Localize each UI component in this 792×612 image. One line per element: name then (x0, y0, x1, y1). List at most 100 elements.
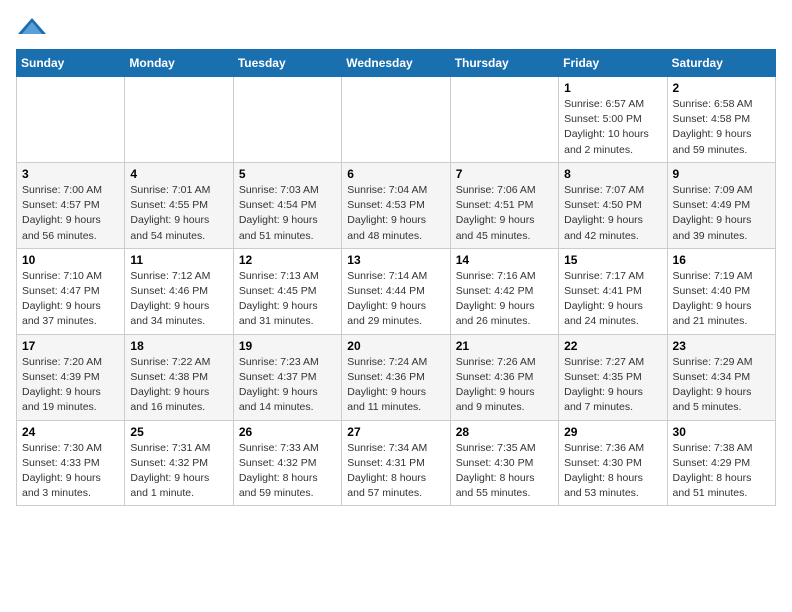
day-detail: Sunrise: 7:19 AM Sunset: 4:40 PM Dayligh… (673, 269, 770, 330)
day-detail: Sunrise: 7:16 AM Sunset: 4:42 PM Dayligh… (456, 269, 553, 330)
calendar-cell: 20 Sunrise: 7:24 AM Sunset: 4:36 PM Dayli… (342, 334, 450, 420)
day-detail: Sunrise: 7:24 AM Sunset: 4:36 PM Dayligh… (347, 355, 444, 416)
calendar-week-row: 10 Sunrise: 7:10 AM Sunset: 4:47 PM Dayli… (17, 248, 776, 334)
calendar: SundayMondayTuesdayWednesdayThursdayFrid… (16, 49, 776, 506)
day-detail: Sunrise: 6:58 AM Sunset: 4:58 PM Dayligh… (673, 97, 770, 158)
calendar-cell: 28 Sunrise: 7:35 AM Sunset: 4:30 PM Dayli… (450, 420, 558, 506)
calendar-cell: 6 Sunrise: 7:04 AM Sunset: 4:53 PM Daylig… (342, 162, 450, 248)
day-number: 5 (239, 167, 336, 181)
day-detail: Sunrise: 7:23 AM Sunset: 4:37 PM Dayligh… (239, 355, 336, 416)
day-detail: Sunrise: 7:03 AM Sunset: 4:54 PM Dayligh… (239, 183, 336, 244)
day-detail: Sunrise: 7:13 AM Sunset: 4:45 PM Dayligh… (239, 269, 336, 330)
calendar-cell: 24 Sunrise: 7:30 AM Sunset: 4:33 PM Dayli… (17, 420, 125, 506)
day-number: 28 (456, 425, 553, 439)
calendar-cell: 7 Sunrise: 7:06 AM Sunset: 4:51 PM Daylig… (450, 162, 558, 248)
day-detail: Sunrise: 7:00 AM Sunset: 4:57 PM Dayligh… (22, 183, 119, 244)
calendar-cell: 21 Sunrise: 7:26 AM Sunset: 4:36 PM Dayli… (450, 334, 558, 420)
calendar-cell: 22 Sunrise: 7:27 AM Sunset: 4:35 PM Dayli… (559, 334, 667, 420)
calendar-cell: 8 Sunrise: 7:07 AM Sunset: 4:50 PM Daylig… (559, 162, 667, 248)
day-detail: Sunrise: 7:10 AM Sunset: 4:47 PM Dayligh… (22, 269, 119, 330)
day-detail: Sunrise: 7:01 AM Sunset: 4:55 PM Dayligh… (130, 183, 227, 244)
day-number: 26 (239, 425, 336, 439)
logo-icon (18, 16, 46, 36)
day-detail: Sunrise: 7:06 AM Sunset: 4:51 PM Dayligh… (456, 183, 553, 244)
calendar-week-row: 1Sunrise: 6:57 AM Sunset: 5:00 PM Daylig… (17, 77, 776, 163)
calendar-week-row: 24 Sunrise: 7:30 AM Sunset: 4:33 PM Dayli… (17, 420, 776, 506)
day-number: 14 (456, 253, 553, 267)
calendar-cell: 19 Sunrise: 7:23 AM Sunset: 4:37 PM Dayli… (233, 334, 341, 420)
calendar-cell: 3 Sunrise: 7:00 AM Sunset: 4:57 PM Daylig… (17, 162, 125, 248)
calendar-cell: 9 Sunrise: 7:09 AM Sunset: 4:49 PM Daylig… (667, 162, 775, 248)
day-number: 13 (347, 253, 444, 267)
day-number: 19 (239, 339, 336, 353)
day-detail: Sunrise: 7:14 AM Sunset: 4:44 PM Dayligh… (347, 269, 444, 330)
calendar-cell (233, 77, 341, 163)
day-number: 7 (456, 167, 553, 181)
calendar-header-wednesday: Wednesday (342, 50, 450, 77)
day-detail: Sunrise: 7:27 AM Sunset: 4:35 PM Dayligh… (564, 355, 661, 416)
day-number: 24 (22, 425, 119, 439)
calendar-cell: 18 Sunrise: 7:22 AM Sunset: 4:38 PM Dayli… (125, 334, 233, 420)
day-detail: Sunrise: 7:31 AM Sunset: 4:32 PM Dayligh… (130, 441, 227, 502)
calendar-cell: 13 Sunrise: 7:14 AM Sunset: 4:44 PM Dayli… (342, 248, 450, 334)
day-detail: Sunrise: 7:04 AM Sunset: 4:53 PM Dayligh… (347, 183, 444, 244)
calendar-cell: 2 Sunrise: 6:58 AM Sunset: 4:58 PM Daylig… (667, 77, 775, 163)
day-detail: Sunrise: 7:35 AM Sunset: 4:30 PM Dayligh… (456, 441, 553, 502)
day-number: 23 (673, 339, 770, 353)
day-detail: Sunrise: 7:07 AM Sunset: 4:50 PM Dayligh… (564, 183, 661, 244)
day-number: 16 (673, 253, 770, 267)
calendar-cell (17, 77, 125, 163)
calendar-header-friday: Friday (559, 50, 667, 77)
day-number: 12 (239, 253, 336, 267)
day-detail: Sunrise: 7:09 AM Sunset: 4:49 PM Dayligh… (673, 183, 770, 244)
calendar-cell: 4 Sunrise: 7:01 AM Sunset: 4:55 PM Daylig… (125, 162, 233, 248)
day-number: 11 (130, 253, 227, 267)
calendar-cell: 27Sunrise: 7:34 AM Sunset: 4:31 PM Dayli… (342, 420, 450, 506)
calendar-cell: 25 Sunrise: 7:31 AM Sunset: 4:32 PM Dayli… (125, 420, 233, 506)
day-number: 6 (347, 167, 444, 181)
day-number: 27 (347, 425, 444, 439)
day-number: 10 (22, 253, 119, 267)
day-detail: Sunrise: 7:33 AM Sunset: 4:32 PM Dayligh… (239, 441, 336, 502)
day-detail: Sunrise: 7:30 AM Sunset: 4:33 PM Dayligh… (22, 441, 119, 502)
calendar-cell: 30Sunrise: 7:38 AM Sunset: 4:29 PM Dayli… (667, 420, 775, 506)
calendar-cell (125, 77, 233, 163)
calendar-cell: 11Sunrise: 7:12 AM Sunset: 4:46 PM Dayli… (125, 248, 233, 334)
day-number: 9 (673, 167, 770, 181)
calendar-header-saturday: Saturday (667, 50, 775, 77)
day-detail: Sunrise: 7:38 AM Sunset: 4:29 PM Dayligh… (673, 441, 770, 502)
calendar-header-thursday: Thursday (450, 50, 558, 77)
calendar-cell: 1Sunrise: 6:57 AM Sunset: 5:00 PM Daylig… (559, 77, 667, 163)
day-number: 29 (564, 425, 661, 439)
day-detail: Sunrise: 7:17 AM Sunset: 4:41 PM Dayligh… (564, 269, 661, 330)
calendar-cell: 14 Sunrise: 7:16 AM Sunset: 4:42 PM Dayli… (450, 248, 558, 334)
day-number: 18 (130, 339, 227, 353)
day-number: 4 (130, 167, 227, 181)
calendar-header-tuesday: Tuesday (233, 50, 341, 77)
logo (16, 16, 46, 41)
day-number: 21 (456, 339, 553, 353)
day-number: 3 (22, 167, 119, 181)
calendar-cell: 12 Sunrise: 7:13 AM Sunset: 4:45 PM Dayli… (233, 248, 341, 334)
day-detail: Sunrise: 7:22 AM Sunset: 4:38 PM Dayligh… (130, 355, 227, 416)
calendar-header-sunday: Sunday (17, 50, 125, 77)
day-number: 22 (564, 339, 661, 353)
calendar-cell: 23 Sunrise: 7:29 AM Sunset: 4:34 PM Dayli… (667, 334, 775, 420)
day-detail: Sunrise: 7:29 AM Sunset: 4:34 PM Dayligh… (673, 355, 770, 416)
calendar-cell: 15 Sunrise: 7:17 AM Sunset: 4:41 PM Dayli… (559, 248, 667, 334)
day-number: 1 (564, 81, 661, 95)
day-number: 2 (673, 81, 770, 95)
calendar-week-row: 3 Sunrise: 7:00 AM Sunset: 4:57 PM Daylig… (17, 162, 776, 248)
calendar-header-row: SundayMondayTuesdayWednesdayThursdayFrid… (17, 50, 776, 77)
calendar-cell (450, 77, 558, 163)
day-number: 8 (564, 167, 661, 181)
day-number: 25 (130, 425, 227, 439)
day-number: 20 (347, 339, 444, 353)
calendar-cell: 10 Sunrise: 7:10 AM Sunset: 4:47 PM Dayli… (17, 248, 125, 334)
calendar-cell: 17Sunrise: 7:20 AM Sunset: 4:39 PM Dayli… (17, 334, 125, 420)
header (16, 16, 776, 41)
day-detail: Sunrise: 7:20 AM Sunset: 4:39 PM Dayligh… (22, 355, 119, 416)
calendar-week-row: 17Sunrise: 7:20 AM Sunset: 4:39 PM Dayli… (17, 334, 776, 420)
day-detail: Sunrise: 7:26 AM Sunset: 4:36 PM Dayligh… (456, 355, 553, 416)
day-number: 15 (564, 253, 661, 267)
